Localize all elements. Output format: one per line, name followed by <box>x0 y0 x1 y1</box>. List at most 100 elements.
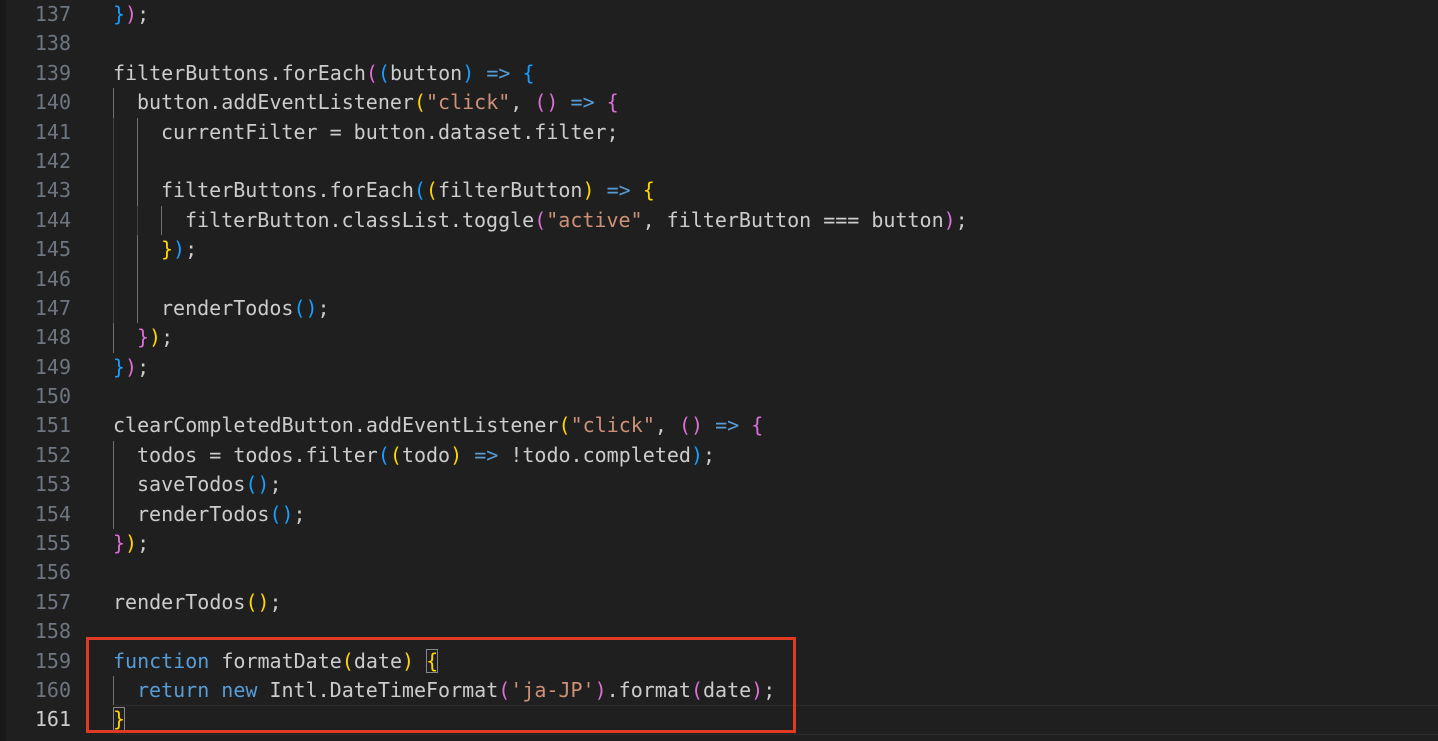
line-content[interactable] <box>113 558 1438 587</box>
code-line[interactable]: 147 renderTodos(); <box>0 293 1438 324</box>
line-content[interactable]: filterButtons.forEach((button) => { <box>113 59 1438 88</box>
line-text: clearCompletedButton.addEventListener("c… <box>113 411 763 440</box>
code-token: button.addEventListener <box>137 90 414 115</box>
line-content[interactable]: }); <box>113 529 1438 558</box>
line-content[interactable]: renderTodos(); <box>113 499 1438 530</box>
code-line[interactable]: 138 <box>0 29 1438 58</box>
indent-guide <box>137 264 138 294</box>
indent-guide <box>113 176 114 206</box>
code-token: => <box>486 60 511 85</box>
code-lines[interactable]: 137}); 138 139 filterButtons.forEach((butto… <box>0 0 1438 736</box>
code-line[interactable]: 155}); <box>0 529 1438 558</box>
line-number: 161 <box>34 707 71 732</box>
code-line[interactable]: 148}); <box>0 323 1438 353</box>
indent-guide <box>137 293 138 324</box>
code-line[interactable]: 145}); <box>0 235 1438 265</box>
code-token: ) <box>149 325 162 350</box>
line-number: 142 <box>34 148 71 173</box>
line-content[interactable] <box>113 146 1438 177</box>
line-content[interactable]: currentFilter = button.dataset.filter; <box>113 117 1438 147</box>
line-text: }); <box>113 353 149 382</box>
line-number: 155 <box>34 531 71 556</box>
code-line[interactable]: 141 currentFilter = button.dataset.filter… <box>0 117 1438 147</box>
code-line[interactable]: 146 <box>0 264 1438 294</box>
line-content[interactable]: filterButton.classList.toggle("active", … <box>113 205 1438 236</box>
code-token: renderTodos <box>137 501 270 526</box>
indent-guide <box>137 146 138 177</box>
indent-guide <box>113 470 114 500</box>
code-line[interactable]: 143 filterButtons.forEach((filterButton) … <box>0 176 1438 206</box>
line-content[interactable]: return new Intl.DateTimeFormat('ja-JP').… <box>113 675 1438 706</box>
code-token: ) <box>690 442 703 467</box>
line-number: 151 <box>34 413 71 438</box>
code-line[interactable]: 150 <box>0 382 1438 411</box>
indent-guide <box>113 146 114 177</box>
code-token: { <box>642 178 655 203</box>
code-token: ) <box>125 354 138 379</box>
code-token: date <box>353 648 402 673</box>
code-line[interactable]: 139 filterButtons.forEach((button) => { <box>0 59 1438 88</box>
line-content[interactable]: button.addEventListener("click", () => { <box>113 88 1438 118</box>
code-token: ) <box>594 677 607 702</box>
indent-guide <box>137 235 138 265</box>
line-content[interactable]: } <box>113 705 1438 736</box>
code-token: ) <box>125 2 138 26</box>
line-text: }); <box>113 0 149 29</box>
code-token: () <box>293 295 318 320</box>
line-content[interactable] <box>113 264 1438 294</box>
code-line[interactable]: 142 <box>0 146 1438 177</box>
code-token: Intl.DateTimeFormat <box>257 677 499 702</box>
code-line[interactable]: 137}); <box>0 0 1438 29</box>
line-content[interactable]: }); <box>113 235 1438 265</box>
line-content[interactable]: function formatDate(date) { <box>113 647 1438 676</box>
line-text: filterButtons.forEach((button) => { <box>113 59 535 88</box>
code-line[interactable]: 157 renderTodos(); <box>0 588 1438 617</box>
code-editor[interactable]: 137}); 138 139 filterButtons.forEach((butto… <box>0 0 1438 741</box>
code-token: => <box>606 178 631 203</box>
code-line[interactable]: 153 saveTodos(); <box>0 470 1438 500</box>
line-content[interactable]: renderTodos(); <box>113 588 1438 617</box>
code-line[interactable]: 161} <box>0 705 1438 736</box>
line-content[interactable]: clearCompletedButton.addEventListener("c… <box>113 411 1438 440</box>
code-token: ( <box>690 677 703 702</box>
line-content[interactable]: }); <box>113 0 1438 29</box>
indent-guide <box>113 499 114 530</box>
line-content[interactable] <box>113 29 1438 58</box>
line-content[interactable]: renderTodos(); <box>113 293 1438 324</box>
line-text: }); <box>137 323 173 352</box>
line-number: 156 <box>34 560 71 585</box>
line-content[interactable]: saveTodos(); <box>113 470 1438 500</box>
code-line[interactable]: 152 todos = todos.filter((todo) => !todo.… <box>0 440 1438 471</box>
line-content[interactable]: }); <box>113 323 1438 353</box>
code-line[interactable]: 154 renderTodos(); <box>0 499 1438 530</box>
code-line[interactable]: 159 function formatDate(date) { <box>0 647 1438 676</box>
line-content[interactable]: todos = todos.filter((todo) => !todo.com… <box>113 440 1438 471</box>
code-line[interactable]: 156 <box>0 558 1438 587</box>
line-content[interactable]: }); <box>113 353 1438 382</box>
code-token: ; <box>269 472 282 497</box>
code-token: () <box>245 589 270 614</box>
code-line[interactable]: 151 clearCompletedButton.addEventListener… <box>0 411 1438 440</box>
code-line[interactable]: 160 return new Intl.DateTimeFormat('ja-JP… <box>0 675 1438 706</box>
line-text: currentFilter = button.dataset.filter; <box>161 118 619 147</box>
code-token: ; <box>137 2 150 26</box>
line-text: renderTodos(); <box>161 294 330 323</box>
line-content[interactable] <box>113 382 1438 411</box>
code-token: ; <box>137 531 150 556</box>
line-number: 141 <box>34 119 71 144</box>
code-token: ( <box>498 677 511 702</box>
code-token: ( <box>413 178 426 203</box>
code-line[interactable]: 149}); <box>0 353 1438 382</box>
line-content[interactable] <box>113 617 1438 646</box>
line-content[interactable]: filterButtons.forEach((filterButton) => … <box>113 176 1438 206</box>
code-token: ; <box>137 354 150 379</box>
code-line[interactable]: 158 <box>0 617 1438 646</box>
indent-guide <box>137 205 138 236</box>
code-line[interactable]: 144 filterButton.classList.toggle("active… <box>0 205 1438 236</box>
code-token: return <box>137 677 210 702</box>
line-number: 138 <box>34 31 71 56</box>
line-number: 160 <box>34 677 71 702</box>
code-line[interactable]: 140 button.addEventListener("click", () =… <box>0 88 1438 118</box>
code-token: => <box>570 90 595 115</box>
